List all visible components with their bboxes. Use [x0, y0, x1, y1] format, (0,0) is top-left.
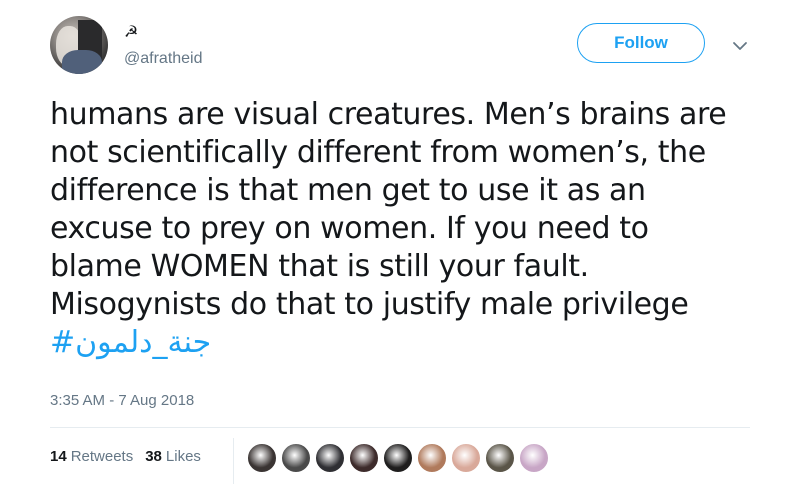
liker-avatar[interactable]	[315, 443, 345, 473]
tweet-text-line: humans are visual creatures. Men’s brain…	[50, 97, 727, 132]
tweet-text-line: blame WOMEN that is still your fault.	[50, 249, 589, 284]
retweets-stat[interactable]: 14 Retweets	[50, 448, 133, 465]
liker-avatar[interactable]	[281, 443, 311, 473]
avatar[interactable]	[50, 16, 108, 74]
tweet-text-line: difference is that men get to use it as …	[50, 173, 646, 208]
liker-avatar[interactable]	[349, 443, 379, 473]
liker-avatar[interactable]	[247, 443, 277, 473]
liker-avatar[interactable]	[451, 443, 481, 473]
liker-avatar[interactable]	[383, 443, 413, 473]
avatar-image-part	[62, 50, 102, 74]
liker-avatars	[247, 443, 553, 473]
tweet-text-line: excuse to prey on women. If you need to	[50, 211, 649, 246]
follow-button[interactable]: Follow	[577, 23, 705, 63]
tweet-text: humans are visual creatures. Men’s brain…	[50, 96, 762, 362]
liker-avatar[interactable]	[519, 443, 549, 473]
retweets-count: 14	[50, 448, 67, 465]
tweet-stats: 14 Retweets 38 Likes	[50, 448, 201, 465]
divider	[233, 438, 234, 484]
tweet-text-line: #جنة_دلمون	[50, 324, 762, 362]
tweet-card: ☭ @afratheid Follow humans are visual cr…	[0, 0, 800, 485]
user-handle[interactable]: @afratheid	[124, 50, 203, 68]
divider	[50, 427, 750, 428]
hashtag-link[interactable]: #جنة_دلمون	[50, 325, 212, 360]
display-name[interactable]: ☭	[124, 22, 138, 42]
liker-avatar[interactable]	[417, 443, 447, 473]
retweets-label: Retweets	[70, 448, 134, 465]
tweet-text-line: not scientifically different from women’…	[50, 135, 706, 170]
likes-stat[interactable]: 38 Likes	[145, 448, 201, 465]
liker-avatar[interactable]	[485, 443, 515, 473]
tweet-text-line: Misogynists do that to justify male priv…	[50, 287, 689, 322]
chevron-down-icon[interactable]	[732, 38, 748, 54]
likes-count: 38	[145, 448, 162, 465]
likes-label: Likes	[165, 448, 201, 465]
display-name-text: ☭	[124, 22, 139, 41]
timestamp[interactable]: 3:35 AM - 7 Aug 2018	[50, 392, 194, 409]
